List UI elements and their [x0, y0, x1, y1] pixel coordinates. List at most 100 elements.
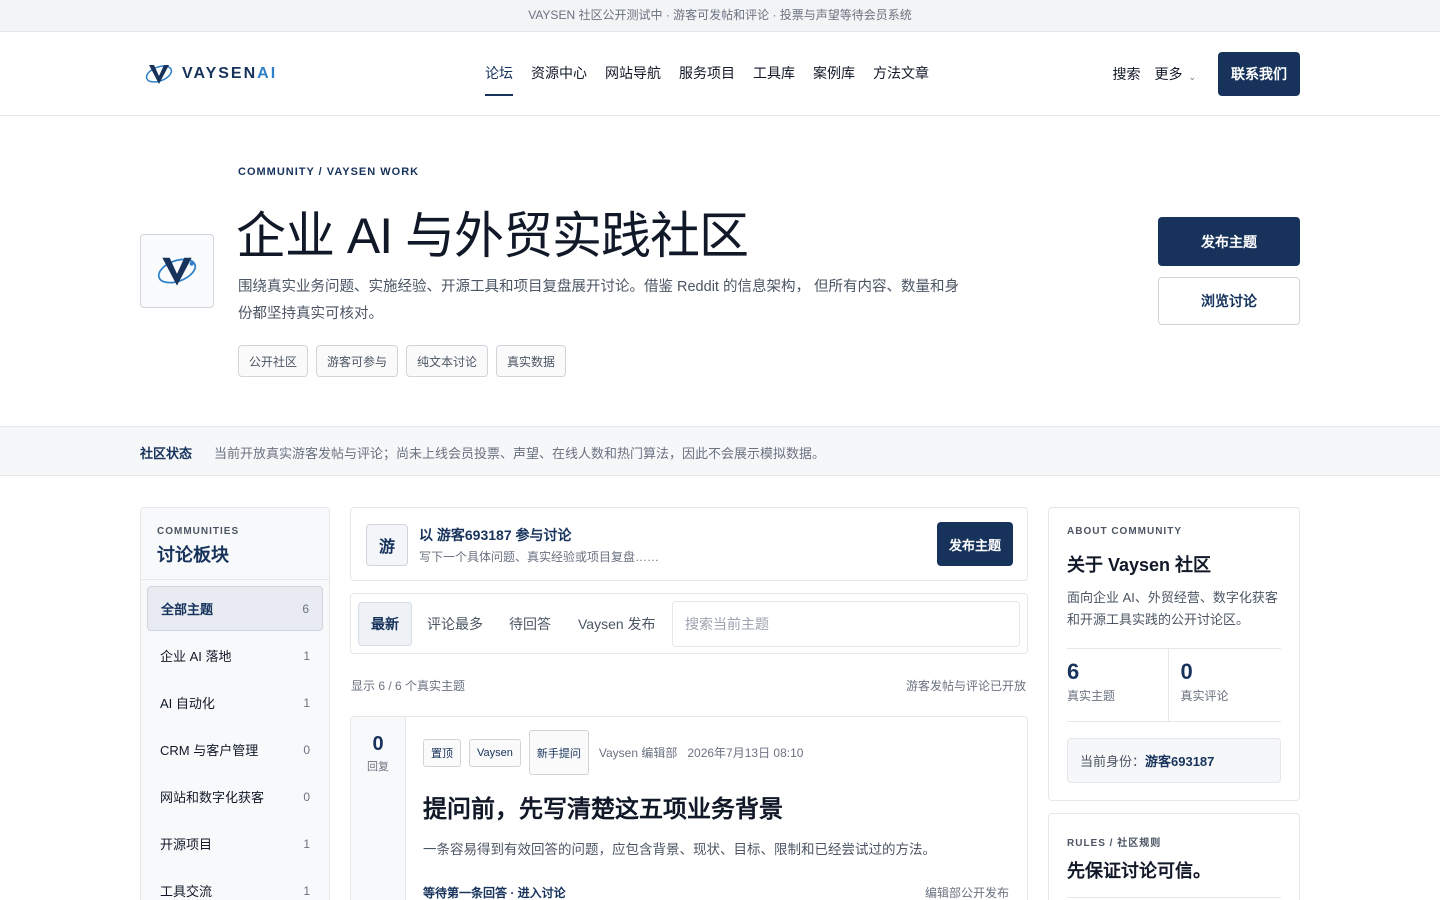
post-card[interactable]: 0 回复 置顶 Vaysen 新手提问 Vaysen 编辑部 2026年7月13… — [350, 716, 1028, 900]
sidebar-item-count: 1 — [303, 695, 310, 710]
announcement-bar: VAYSEN 社区公开测试中 · 游客可发帖和评论 · 投票与声望等待会员系统 — [0, 0, 1440, 32]
sidebar-item-count: 0 — [303, 742, 310, 757]
nav-item-articles[interactable]: 方法文章 — [873, 32, 929, 116]
nav-more-menu[interactable]: 更多 ⌄ — [1154, 64, 1196, 84]
sidebar-item-label: 工具交流 — [160, 884, 213, 899]
source-badge: Vaysen — [469, 738, 521, 767]
community-status-bar: 社区状态 当前开放真实游客发帖与评论；尚未上线会员投票、声望、在线人数和热门算法… — [0, 427, 1440, 476]
topic-search-input[interactable] — [672, 601, 1020, 647]
identity-label: 当前身份： — [1080, 754, 1146, 769]
post-author: Vaysen 编辑部 — [598, 746, 678, 760]
rules-title: 先保证讨论可信。 — [1067, 857, 1281, 898]
sidebar-item-ai-automation[interactable]: AI 自动化 1 — [147, 680, 323, 725]
sidebar-item-crm[interactable]: CRM 与客户管理 0 — [147, 727, 323, 772]
nav-more-label: 更多 — [1154, 66, 1183, 82]
status-label: 社区状态 — [140, 446, 193, 461]
sidebar-item-open-source[interactable]: 开源项目 1 — [147, 821, 323, 866]
hero-tag: 游客可参与 — [316, 345, 399, 377]
sidebar-item-label: AI 自动化 — [160, 696, 215, 711]
post-reply-counter: 0 回复 — [351, 717, 406, 900]
post-publisher-note: 编辑部公开发布 — [924, 886, 1009, 900]
post-date: 2026年7月13日 08:10 — [687, 746, 804, 760]
avatar: 游 — [366, 524, 408, 566]
post-title[interactable]: 提问前，先写清楚这五项业务背景 — [423, 789, 1009, 824]
pinned-badge: 置顶 — [423, 738, 461, 767]
sidebar-item-count: 1 — [303, 648, 310, 663]
nav-item-resources[interactable]: 资源中心 — [531, 32, 587, 116]
sidebar-item-label: 网站和数字化获客 — [160, 790, 265, 805]
nav-item-site-directory[interactable]: 网站导航 — [605, 32, 661, 116]
nav-item-tools[interactable]: 工具库 — [753, 32, 795, 116]
status-text: 当前开放真实游客发帖与评论；尚未上线会员投票、声望、在线人数和热门算法，因此不会… — [214, 446, 826, 461]
tab-most-comments[interactable]: 评论最多 — [427, 602, 483, 646]
tab-latest[interactable]: 最新 — [358, 602, 412, 646]
stat-comments: 0 真实评论 — [1167, 649, 1282, 721]
contact-button[interactable]: 联系我们 — [1218, 52, 1300, 96]
nav-item-forum[interactable]: 论坛 — [485, 32, 513, 116]
primary-menu: 论坛 资源中心 网站导航 服务项目 工具库 案例库 方法文章 — [485, 32, 929, 116]
sidebar-list: 全部主题 6 企业 AI 落地 1 AI 自动化 1 CRM 与客户管理 0 网… — [141, 580, 329, 900]
sidebar-item-count: 6 — [302, 601, 309, 616]
brand-wordmark: VAYSENAI — [182, 65, 277, 83]
hero-tag: 公开社区 — [238, 345, 309, 377]
community-rules-card: RULES / 社区规则 先保证讨论可信。 — [1048, 813, 1300, 900]
hero-eyebrow: COMMUNITY / VAYSEN WORK — [238, 166, 420, 178]
stat-topics: 6 真实主题 — [1067, 649, 1168, 721]
stat-value: 6 — [1067, 659, 1080, 684]
sidebar-item-digital-acquisition[interactable]: 网站和数字化获客 0 — [147, 774, 323, 819]
nav-item-cases[interactable]: 案例库 — [813, 32, 855, 116]
announcement-text: VAYSEN 社区公开测试中 · 游客可发帖和评论 · 投票与声望等待会员系统 — [528, 8, 912, 22]
identity-value: 游客693187 — [1145, 754, 1215, 769]
rules-eyebrow: RULES / 社区规则 — [1067, 838, 1162, 849]
community-avatar — [140, 234, 214, 308]
post-composer: 游 以 游客693187 参与讨论 写下一个具体问题、真实经验或项目复盘…… 发… — [350, 507, 1028, 581]
sidebar-item-count: 0 — [303, 789, 310, 804]
tab-unanswered[interactable]: 待回答 — [509, 602, 551, 646]
about-description: 面向企业 AI、外贸经营、数字化获客和开源工具实践的公开讨论区。 — [1067, 590, 1278, 627]
nav-actions: 搜索 更多 ⌄ 联系我们 — [1112, 52, 1300, 96]
communities-sidebar: COMMUNITIES 讨论板块 全部主题 6 企业 AI 落地 1 AI 自动… — [140, 507, 330, 900]
sidebar-item-count: 1 — [303, 836, 310, 851]
about-title: 关于 Vaysen 社区 — [1067, 555, 1212, 575]
post-badges: 置顶 Vaysen 新手提问 Vaysen 编辑部 2026年7月13日 08:… — [423, 730, 1009, 775]
nav-item-services[interactable]: 服务项目 — [679, 32, 735, 116]
tab-vaysen-posts[interactable]: Vaysen 发布 — [578, 602, 656, 646]
about-eyebrow: ABOUT COMMUNITY — [1067, 526, 1182, 537]
sidebar-header: COMMUNITIES 讨论板块 — [141, 508, 329, 580]
hero-tag: 纯文本讨论 — [406, 345, 489, 377]
sidebar-title: 讨论板块 — [157, 545, 229, 565]
nav-search-link[interactable]: 搜索 — [1112, 64, 1140, 84]
enter-discussion-link[interactable]: 等待第一条回答 · 进入讨论 — [423, 884, 566, 900]
brand-logo[interactable]: VAYSENAI — [144, 59, 277, 89]
sidebar-item-label: 企业 AI 落地 — [160, 649, 232, 664]
hero-tag: 真实数据 — [496, 345, 567, 377]
community-stats: 6 真实主题 0 真实评论 — [1067, 648, 1281, 722]
sidebar-item-all-topics[interactable]: 全部主题 6 — [147, 586, 323, 631]
sidebar-eyebrow: COMMUNITIES — [157, 526, 240, 537]
sidebar-item-tools[interactable]: 工具交流 1 — [147, 868, 323, 900]
about-community-card: ABOUT COMMUNITY 关于 Vaysen 社区 面向企业 AI、外贸经… — [1048, 507, 1300, 801]
reply-count: 0 — [372, 733, 384, 755]
sidebar-item-count: 1 — [303, 883, 310, 898]
stat-label: 真实评论 — [1180, 689, 1229, 703]
listing-notice: 游客发帖与评论已开放 — [905, 679, 1026, 693]
topic-filter-bar: 最新 评论最多 待回答 Vaysen 发布 — [350, 593, 1028, 654]
sidebar-item-label: CRM 与客户管理 — [160, 743, 259, 758]
composer-publish-button[interactable]: 发布主题 — [937, 522, 1013, 566]
main-navbar: VAYSENAI 论坛 资源中心 网站导航 服务项目 工具库 案例库 方法文章 … — [0, 32, 1440, 116]
hero-description: 围绕真实业务问题、实施经验、开源工具和项目复盘展开讨论。借鉴 Reddit 的信… — [238, 279, 959, 322]
category-badge[interactable]: 新手提问 — [528, 730, 589, 775]
hero-tags: 公开社区 游客可参与 纯文本讨论 真实数据 — [238, 345, 567, 377]
current-identity: 当前身份： 游客693187 — [1067, 738, 1281, 783]
browse-discussions-button[interactable]: 浏览讨论 — [1158, 277, 1300, 325]
community-hero: COMMUNITY / VAYSEN WORK 企业 AI 与外贸实践社区 围绕… — [0, 116, 1440, 427]
publish-topic-button[interactable]: 发布主题 — [1158, 217, 1300, 266]
vaysen-logo-icon — [157, 257, 197, 286]
vaysen-logo-icon — [145, 65, 173, 84]
stat-value: 0 — [1180, 659, 1193, 684]
composer-title: 以 游客693187 参与讨论 — [419, 527, 572, 543]
brand-name: VAYSEN — [182, 65, 258, 82]
composer-prompt[interactable]: 写下一个具体问题、真实经验或项目复盘…… — [419, 548, 659, 565]
sidebar-item-enterprise-ai[interactable]: 企业 AI 落地 1 — [147, 633, 323, 678]
stat-label: 真实主题 — [1067, 689, 1116, 703]
